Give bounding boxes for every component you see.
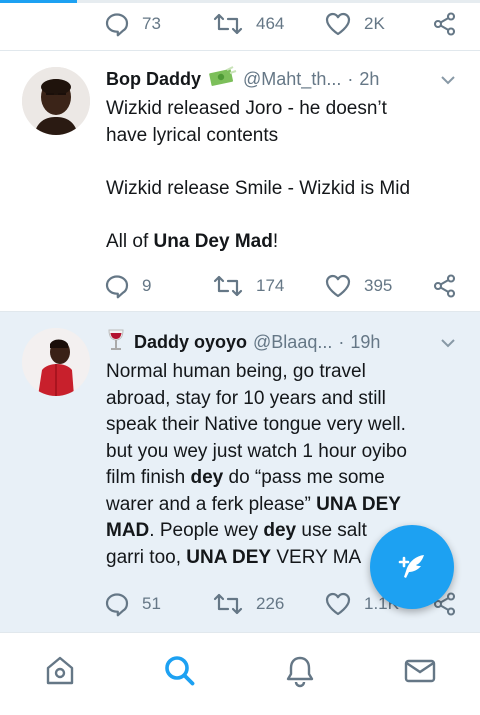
tab-home[interactable] [40,651,80,691]
share-icon [433,12,456,36]
reply-button[interactable]: 73 [104,6,161,42]
bold-text: Una Dey Mad [153,230,273,252]
tweet-line: but you wey just watch 1 hour oyibo [106,440,408,462]
tweet-actions: 9 174 395 [0,268,480,304]
retweet-button[interactable]: 174 [212,268,284,304]
user-handle[interactable]: @Maht_th... [243,69,341,90]
chevron-down-icon[interactable] [440,70,456,91]
heart-icon [325,12,351,36]
retweet-button[interactable]: 464 [212,6,284,42]
share-icon [433,274,456,298]
bold-text: UNA DEY [316,493,401,515]
avatar[interactable] [22,67,90,135]
text-run: do “pass me some [223,467,385,488]
retweet-icon [213,593,243,615]
reply-icon [105,275,129,299]
tweet-line: Wizkid released Joro - he doesn’t [106,98,387,119]
avatar-image [22,328,90,396]
text-run: . People wey [149,520,264,541]
like-button[interactable]: 2K [324,6,385,42]
reply-count: 51 [142,594,161,613]
tweet-line: All of Una Dey Mad! [106,229,451,256]
display-name[interactable]: Daddy oyoyo [134,332,247,353]
money-with-wings-emoji-icon [207,65,237,93]
tweet-header: Daddy oyoyo @Blaaq... · 19h [106,329,456,355]
compose-tweet-button[interactable] [370,525,454,609]
tab-search[interactable] [160,651,200,691]
text-run: film finish [106,467,191,488]
avatar-image [22,67,90,135]
text-run: garri too, [106,546,187,568]
retweet-count: 174 [256,276,285,295]
home-icon [46,656,74,685]
like-button[interactable]: 395 [324,268,392,304]
tweet-line: abroad, stay for 10 years and still [106,387,386,409]
bold-text: UNA DEY [186,546,272,568]
reply-count: 73 [142,14,161,33]
like-count: 2K [364,14,385,33]
tweet-line: have lyrical contents [106,124,279,146]
wine-glass-emoji-icon [106,328,126,357]
search-icon [165,656,195,686]
reply-button[interactable]: 9 [104,268,151,304]
reply-button[interactable]: 51 [104,586,161,622]
compose-feather-icon [398,555,424,578]
retweet-count: 464 [256,14,285,33]
separator-dot: · [347,68,354,89]
tweet-actions-top: 73 464 2K [0,6,480,42]
bold-text: dey [190,467,224,488]
bold-text: MAD [106,520,150,541]
user-handle[interactable]: @Blaaq... [253,332,332,353]
tweet-line: Wizkid release Smile - Wizkid is Mid [106,177,411,199]
text-run: ! [272,230,279,252]
reply-count: 9 [142,276,152,295]
heart-icon [325,592,351,616]
text-run: use salt [296,520,367,541]
heart-icon [325,274,351,298]
tweet-text: Wizkid released Joro - he doesn’t have l… [106,96,451,255]
retweet-icon [213,275,243,297]
tweet-header: Bop Daddy @Maht_th... · 2h [106,65,456,93]
retweet-count: 226 [256,594,285,613]
text-run: All of [106,230,154,252]
text-run: warer and a ferk please” [106,493,317,515]
tab-messages[interactable] [400,651,440,691]
bottom-tab-bar [0,632,480,715]
notifications-bell-icon [286,656,314,688]
loading-progress-bar [0,0,480,3]
retweet-button[interactable]: 226 [212,586,284,622]
avatar[interactable] [22,328,90,396]
tweet-line: Normal human being, go travel [106,361,366,382]
chevron-down-icon[interactable] [440,333,456,354]
separator-dot: · [338,331,345,352]
tweet-line: warer and a ferk please” UNA DEY [106,492,456,519]
tweet-line: speak their Native tongue very well. [106,414,406,435]
tweet-line: film finish dey do “pass me some [106,465,456,492]
loading-progress-fill [0,0,77,3]
tweet-card[interactable]: Bop Daddy @Maht_th... · 2h Wizkid releas… [0,51,480,311]
display-name[interactable]: Bop Daddy [106,69,201,90]
tab-notifications[interactable] [280,651,320,691]
tweet-timestamp: 2h [359,68,380,89]
retweet-icon [213,13,243,35]
share-button[interactable] [432,6,458,42]
tweet-timestamp: 19h [350,331,381,352]
messages-envelope-icon [404,659,436,683]
bold-text: dey [263,520,297,541]
like-count: 395 [364,276,393,295]
text-run: VERY MA [271,546,362,568]
reply-icon [105,593,129,617]
reply-icon [105,13,129,37]
share-button[interactable] [432,268,458,304]
